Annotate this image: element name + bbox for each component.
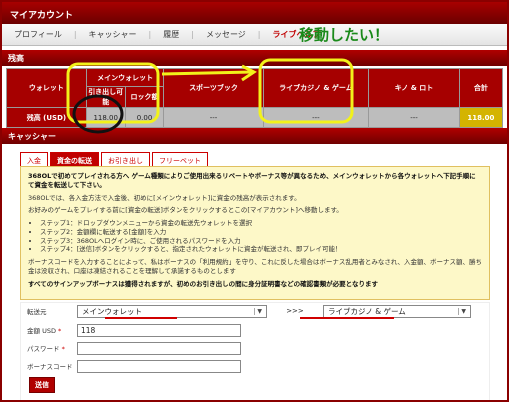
transfer-form: 転送元 メインウォレット ▼ >>> ライブカジノ & ゲーム ▼ 金額 USD…: [20, 302, 490, 400]
info-intro: 368OLで初めてプレイされる方へ ゲーム種類によりご使用出来るリベートやボーナ…: [28, 172, 476, 189]
page-title: マイアカウント: [2, 2, 507, 24]
nav-messages[interactable]: メッセージ: [194, 29, 258, 40]
col-sportsbook: スポーツブック: [163, 68, 264, 108]
amount-row: 金額 USD * 118: [21, 322, 241, 338]
balance-row-label: 残高 (USD): [6, 107, 87, 128]
password-label: パスワード *: [27, 345, 65, 353]
live-casino-value: ---: [262, 107, 370, 128]
col-main-wallet: メインウォレット: [85, 68, 165, 87]
submit-button[interactable]: 送信: [29, 377, 55, 393]
from-wallet-value: メインウォレット: [82, 306, 142, 316]
nav-profile[interactable]: プロフィール: [2, 29, 74, 40]
password-input[interactable]: [77, 341, 241, 355]
col-live-casino: ライブカジノ & ゲーム: [262, 68, 370, 108]
col-total: 合計: [458, 68, 504, 108]
cashier-header: キャッシャー: [2, 128, 507, 144]
nav-history[interactable]: 履歴: [151, 29, 191, 40]
balance-table: ウォレット メインウォレット スポーツブック ライブカジノ & ゲーム キノ &…: [6, 68, 504, 128]
bonus-code-input[interactable]: [77, 359, 241, 373]
chevron-down-icon: ▼: [458, 307, 466, 315]
col-wallet: ウォレット: [6, 68, 87, 108]
info-text: 368OLでは、各入金方法で入金後、初めに[メインウォレット]に資金の残高が表示…: [28, 193, 301, 202]
chevron-down-icon: ▼: [254, 307, 262, 315]
withdrawable-value: 118.00: [85, 107, 126, 128]
transfer-row: 転送元 メインウォレット ▼ >>> ライブカジノ & ゲーム ▼: [21, 303, 471, 319]
col-keno: キノ & ロト: [368, 68, 460, 108]
locked-value: 0.00: [124, 107, 165, 128]
bonus-terms: ボーナスコードを入力することによって、私はボーナスの「利用規約」を守り、これに反…: [28, 258, 482, 275]
nav-cashier[interactable]: キャッシャー: [77, 29, 149, 40]
amount-input[interactable]: 118: [77, 323, 241, 337]
bonus-row: ボーナスコード: [21, 358, 241, 374]
col-locked: ロック額: [124, 86, 165, 108]
info-text: お好みのゲームをプレイする前に[資金の転送]ボタンをクリックするとこの[マイアカ…: [28, 206, 343, 215]
amount-label: 金額 USD *: [27, 327, 62, 335]
step-list: ステップ1：ドロップダウンメニューから資金の転送先ウォレットを選択 ステップ2：…: [40, 219, 482, 254]
transfer-instructions: 368OLで初めてプレイされる方へ ゲーム種類によりご使用出来るリベートやボーナ…: [20, 166, 490, 300]
handwritten-note: 移動したい！: [299, 26, 390, 44]
sportsbook-value: ---: [163, 107, 264, 128]
keno-value: ---: [368, 107, 460, 128]
from-label: 転送元: [27, 308, 47, 316]
account-window: マイアカウント プロフィール | キャッシャー | 履歴 | メッセージ | ラ…: [0, 0, 509, 402]
col-withdrawable: 引き出し可能: [85, 86, 126, 108]
total-value: 118.00: [458, 107, 504, 128]
list-item: ステップ4：[送信]ボタンをクリックすると、指定されたウォレットに資金が転送され…: [40, 245, 482, 254]
to-wallet-value: ライブカジノ & ゲーム: [328, 306, 406, 316]
transfer-arrow: >>>: [286, 307, 304, 315]
bonus-note: すべてのサインアップボーナスは獲得されますが、初めのお引き出しの間に身分証明書な…: [28, 279, 378, 288]
list-item: ステップ2：金額欄に転送する[金額]を入力: [40, 228, 482, 237]
bonus-label: ボーナスコード: [27, 363, 73, 371]
balance-header: 残高: [2, 50, 507, 66]
top-nav: プロフィール | キャッシャー | 履歴 | メッセージ | ライブヘルプ: [2, 24, 507, 46]
from-wallet-select[interactable]: メインウォレット ▼: [77, 304, 267, 318]
list-item: ステップ1：ドロップダウンメニューから資金の転送先ウォレットを選択: [40, 219, 482, 228]
to-wallet-select[interactable]: ライブカジノ & ゲーム ▼: [323, 304, 471, 318]
password-row: パスワード *: [21, 340, 241, 356]
